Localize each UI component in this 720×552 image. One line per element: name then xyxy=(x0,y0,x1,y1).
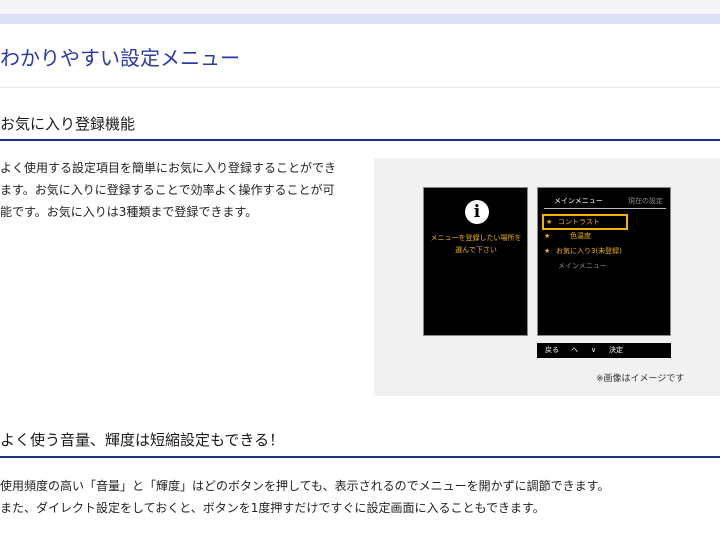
favorites-line-2: ます。お気に入りに登録することで効率よく操作することが可 xyxy=(0,183,335,197)
star-icon: ★ xyxy=(544,247,551,255)
osd-menu-header-current: 現在の設定 xyxy=(628,197,663,205)
info-icon: i xyxy=(465,200,489,224)
osd-menu-item-favorite-3: ★ お気に入り3(未登録) xyxy=(544,245,622,257)
page-title: わかりやすい設定メニュー xyxy=(0,46,240,70)
osd-menu-item-label: 色温度 xyxy=(570,232,591,240)
osd-prompt-text: メニューを登録したい場所を 選んで下さい xyxy=(424,232,528,256)
shortcut-description: 使用頻度の高い「音量」と「輝度」はどのボタンを押しても、表示されるのでメニューを… xyxy=(0,475,720,519)
nav-confirm-label: 決定 xyxy=(609,346,623,354)
favorites-description: よく使用する設定項目を簡単にお気に入り登録することができ ます。お気に入りに登録… xyxy=(0,157,360,223)
top-stripe xyxy=(0,14,720,24)
osd-screen-menu: メインメニュー 現在の設定 ★ コントラスト ★ 色温度 ★ お気に入り3(未登録) … xyxy=(537,187,671,336)
osd-prompt-line-1: メニューを登録したい場所を xyxy=(430,234,522,242)
osd-menu-item-main-menu: メインメニュー xyxy=(558,262,607,270)
chevron-down-icon: ∨ xyxy=(591,346,597,354)
favorites-line-3: 能です。お気に入りは3種類まで登録できます。 xyxy=(0,205,258,219)
osd-prompt-line-2: 選んで下さい xyxy=(455,246,497,254)
favorites-line-1: よく使用する設定項目を簡単にお気に入り登録することができ xyxy=(0,161,337,175)
section-rule-favorites xyxy=(0,139,720,141)
osd-menu-header: メインメニュー 現在の設定 xyxy=(544,194,666,209)
section-title-favorites: お気に入り登録機能 xyxy=(0,115,136,133)
figure-caption: ※画像はイメージです xyxy=(596,374,685,384)
star-icon: ★ xyxy=(544,232,551,240)
chevron-up-icon: へ xyxy=(571,346,578,354)
nav-back-label: 戻る xyxy=(545,346,559,354)
osd-nav-bar: 戻る へ ∨ 決定 xyxy=(537,343,671,358)
osd-menu-header-main: メインメニュー xyxy=(554,197,603,205)
osd-menu-item-label: コントラスト xyxy=(558,218,600,226)
star-icon: ★ xyxy=(546,218,553,226)
section-title-shortcut: よく使う音量、輝度は短縮設定もできる！ xyxy=(0,431,285,449)
shortcut-line-1: 使用頻度の高い「音量」と「輝度」はどのボタンを押しても、表示されるのでメニューを… xyxy=(0,479,610,493)
osd-menu-item-label: お気に入り3(未登録) xyxy=(556,247,622,255)
section-rule-shortcut xyxy=(0,456,720,458)
osd-screen-prompt: i メニューを登録したい場所を 選んで下さい xyxy=(423,187,528,336)
osd-menu-item-color-temp: ★ 色温度 xyxy=(544,230,591,242)
shortcut-line-2: また、ダイレクト設定をしておくと、ボタンを1度押すだけですぐに設定画面に入ること… xyxy=(0,501,545,515)
osd-menu-item-contrast: ★ コントラスト xyxy=(542,214,628,230)
top-bar xyxy=(0,0,720,24)
title-divider xyxy=(0,87,720,88)
